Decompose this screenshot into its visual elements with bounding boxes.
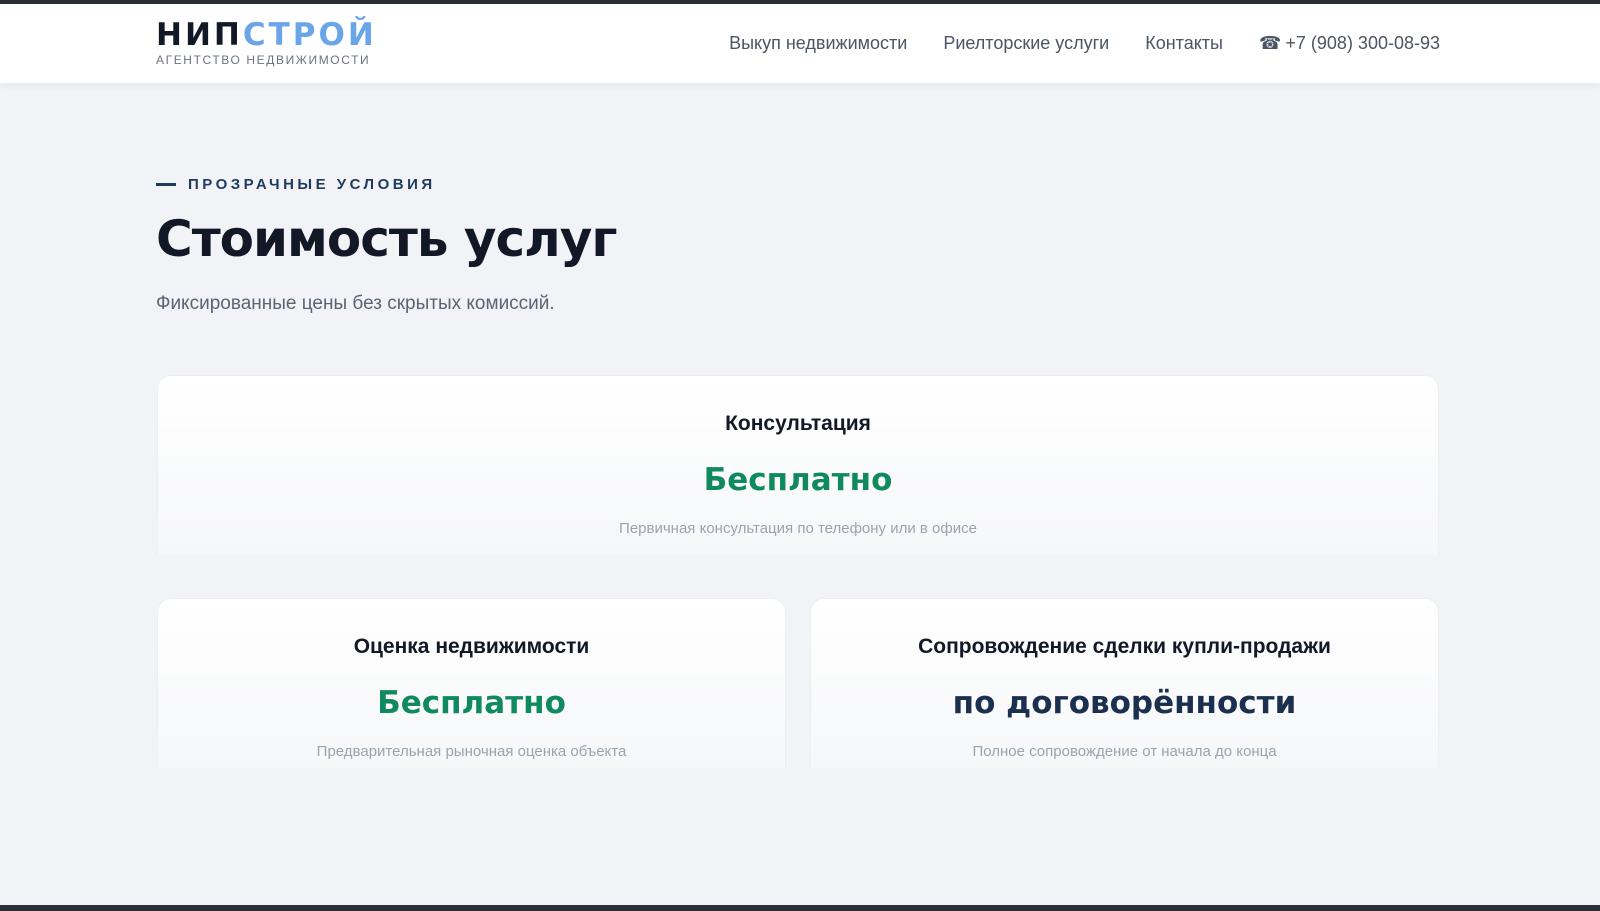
page-title: Стоимость услуг bbox=[156, 210, 617, 268]
site-header: НИПСТРОЙ АГЕНТСТВО НЕДВИЖИМОСТИ Выкуп не… bbox=[0, 4, 1600, 83]
page-subtitle: Фиксированные цены без скрытых комиссий. bbox=[156, 293, 555, 314]
eyebrow-text: ПРОЗРАЧНЫЕ УСЛОВИЯ bbox=[188, 176, 436, 193]
card-price: Бесплатно bbox=[377, 685, 566, 721]
phone-link[interactable]: ☎ +7 (908) 300-08-93 bbox=[1259, 33, 1440, 54]
logo-wordmark: НИПСТРОЙ bbox=[156, 18, 377, 52]
price-card-valuation: Оценка недвижимости Бесплатно Предварите… bbox=[157, 598, 786, 768]
logo[interactable]: НИПСТРОЙ АГЕНТСТВО НЕДВИЖИМОСТИ bbox=[156, 18, 377, 67]
logo-part-blue: СТРОЙ bbox=[242, 17, 377, 53]
card-price: по договорённости bbox=[952, 685, 1297, 721]
section-eyebrow: ПРОЗРАЧНЫЕ УСЛОВИЯ bbox=[156, 176, 436, 193]
nav-link-realtor-services[interactable]: Риелторские услуги bbox=[943, 33, 1109, 54]
phone-number: +7 (908) 300-08-93 bbox=[1285, 33, 1440, 53]
eyebrow-dash bbox=[156, 183, 176, 186]
card-title: Оценка недвижимости bbox=[353, 635, 590, 658]
nav-link-contacts[interactable]: Контакты bbox=[1145, 33, 1223, 54]
bottom-border bbox=[0, 905, 1600, 911]
main-nav: Выкуп недвижимости Риелторские услуги Ко… bbox=[693, 4, 1440, 83]
price-card-deal-support: Сопровождение сделки купли-продажи по до… bbox=[810, 598, 1439, 768]
price-card-consultation: Консультация Бесплатно Первичная консуль… bbox=[157, 375, 1439, 555]
card-description: Предварительная рыночная оценка объекта bbox=[316, 743, 627, 760]
card-title: Консультация bbox=[725, 412, 871, 435]
card-description: Полное сопровождение от начала до конца bbox=[972, 743, 1277, 760]
logo-tagline: АГЕНТСТВО НЕДВИЖИМОСТИ bbox=[156, 53, 371, 67]
card-price: Бесплатно bbox=[703, 462, 893, 498]
phone-icon: ☎ bbox=[1258, 33, 1282, 53]
logo-part-dark: НИП bbox=[156, 17, 243, 53]
nav-link-buyout[interactable]: Выкуп недвижимости bbox=[729, 33, 907, 54]
card-title: Сопровождение сделки купли-продажи bbox=[918, 635, 1331, 658]
card-description: Первичная консультация по телефону или в… bbox=[619, 520, 977, 537]
